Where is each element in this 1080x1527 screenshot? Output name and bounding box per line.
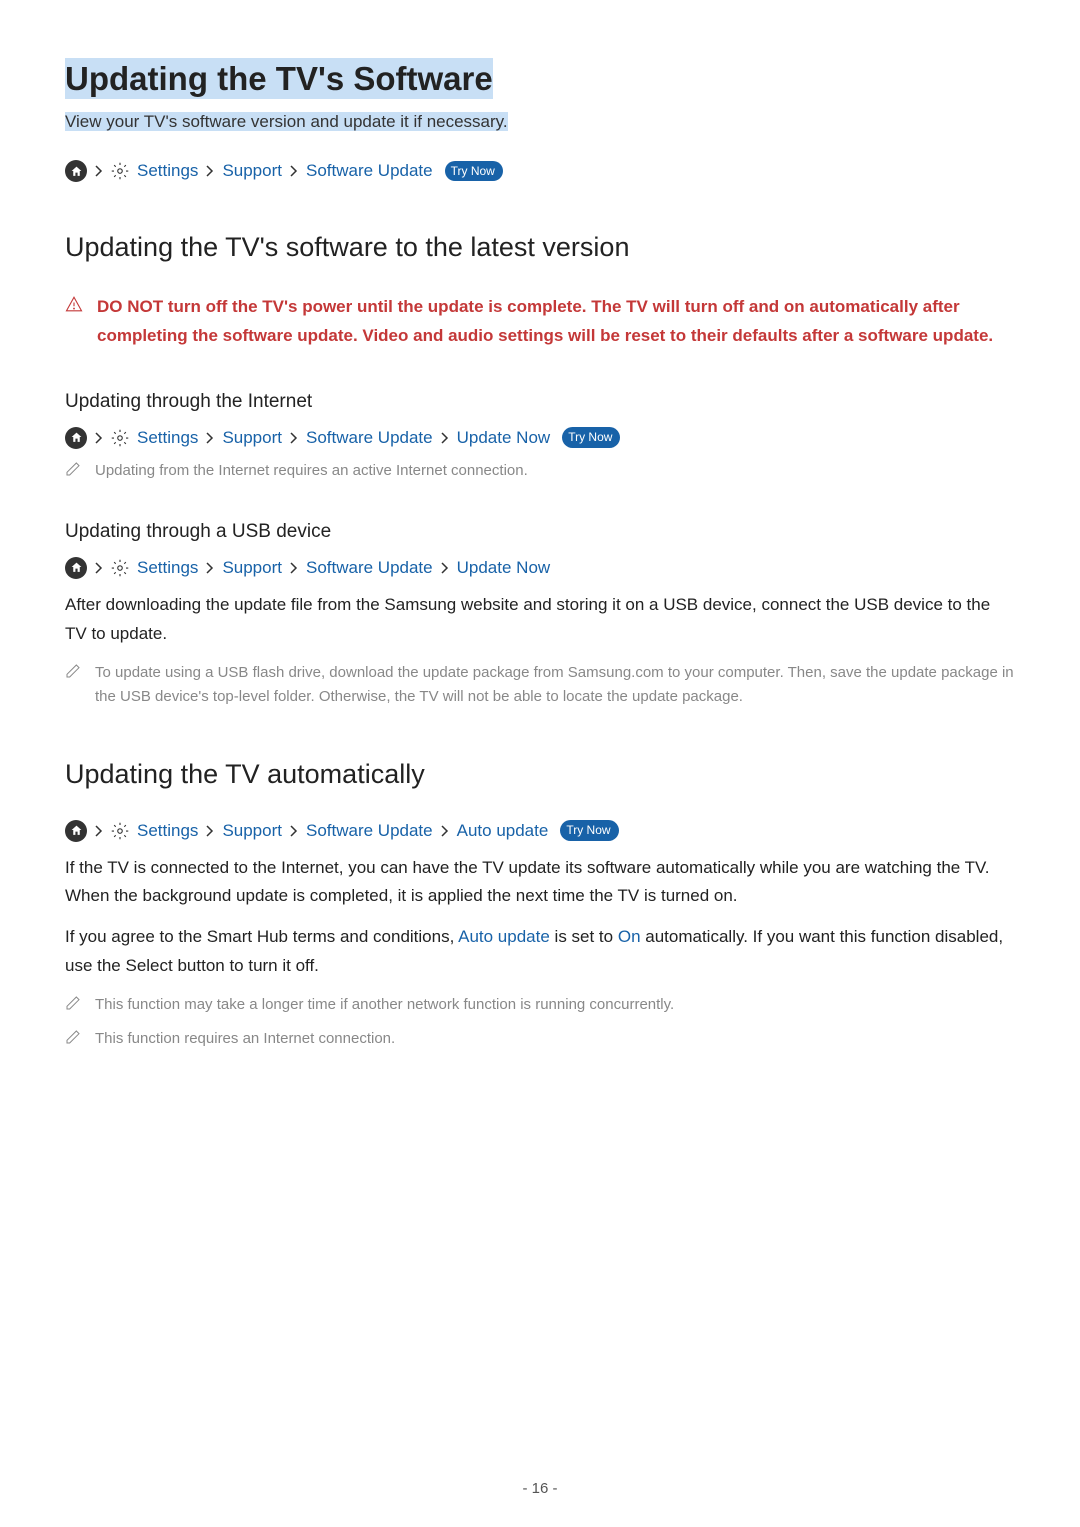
warning-text: DO NOT turn off the TV's power until the…	[97, 293, 1015, 351]
breadcrumb-support[interactable]: Support	[222, 558, 282, 578]
breadcrumb-auto: Settings Support Software Update Auto up…	[65, 820, 1015, 842]
home-icon[interactable]	[65, 427, 87, 449]
pencil-icon	[65, 663, 81, 679]
section-heading-auto: Updating the TV automatically	[65, 759, 1015, 790]
gear-icon[interactable]	[111, 429, 129, 447]
pencil-icon	[65, 995, 81, 1011]
breadcrumb-support[interactable]: Support	[222, 161, 282, 181]
section-heading-usb: Updating through a USB device	[65, 521, 1015, 543]
chevron-right-icon	[95, 562, 103, 574]
gear-icon[interactable]	[111, 559, 129, 577]
chevron-right-icon	[441, 432, 449, 444]
pencil-icon	[65, 1029, 81, 1045]
home-icon[interactable]	[65, 557, 87, 579]
breadcrumb-auto-update[interactable]: Auto update	[457, 821, 549, 841]
breadcrumb-update-now[interactable]: Update Now	[457, 558, 551, 578]
note-block: Updating from the Internet requires an a…	[65, 459, 1015, 483]
try-now-badge[interactable]: Try Now	[562, 427, 620, 448]
breadcrumb-settings[interactable]: Settings	[137, 428, 198, 448]
note-block: To update using a USB flash drive, downl…	[65, 661, 1015, 709]
section-heading-latest-version: Updating the TV's software to the latest…	[65, 232, 1015, 263]
chevron-right-icon	[290, 825, 298, 837]
breadcrumb-settings[interactable]: Settings	[137, 161, 198, 181]
chevron-right-icon	[95, 165, 103, 177]
breadcrumb-internet: Settings Support Software Update Update …	[65, 427, 1015, 449]
warning-icon	[65, 295, 83, 313]
note-text: This function may take a longer time if …	[95, 993, 674, 1017]
note-block: This function may take a longer time if …	[65, 993, 1015, 1017]
usb-body-text: After downloading the update file from t…	[65, 591, 1015, 649]
chevron-right-icon	[206, 432, 214, 444]
auto-body-1: If the TV is connected to the Internet, …	[65, 854, 1015, 912]
auto-update-link: Auto update	[458, 927, 550, 946]
on-link: On	[618, 927, 641, 946]
try-now-badge[interactable]: Try Now	[560, 820, 618, 841]
chevron-right-icon	[290, 562, 298, 574]
gear-icon[interactable]	[111, 822, 129, 840]
chevron-right-icon	[441, 562, 449, 574]
home-icon[interactable]	[65, 820, 87, 842]
chevron-right-icon	[290, 432, 298, 444]
breadcrumb-software-update[interactable]: Software Update	[306, 821, 433, 841]
chevron-right-icon	[95, 825, 103, 837]
chevron-right-icon	[206, 562, 214, 574]
note-text: To update using a USB flash drive, downl…	[95, 661, 1015, 709]
chevron-right-icon	[206, 825, 214, 837]
chevron-right-icon	[95, 432, 103, 444]
page-subtitle: View your TV's software version and upda…	[65, 112, 1015, 132]
breadcrumb-support[interactable]: Support	[222, 821, 282, 841]
breadcrumb-software-update[interactable]: Software Update	[306, 161, 433, 181]
chevron-right-icon	[441, 825, 449, 837]
warning-block: DO NOT turn off the TV's power until the…	[65, 293, 1015, 351]
chevron-right-icon	[290, 165, 298, 177]
breadcrumb-settings[interactable]: Settings	[137, 558, 198, 578]
auto-body-2: If you agree to the Smart Hub terms and …	[65, 923, 1015, 981]
breadcrumb-top: Settings Support Software Update Try Now	[65, 160, 1015, 182]
gear-icon[interactable]	[111, 162, 129, 180]
chevron-right-icon	[206, 165, 214, 177]
pencil-icon	[65, 461, 81, 477]
try-now-badge[interactable]: Try Now	[445, 161, 503, 182]
breadcrumb-software-update[interactable]: Software Update	[306, 558, 433, 578]
note-text: Updating from the Internet requires an a…	[95, 459, 528, 483]
breadcrumb-support[interactable]: Support	[222, 428, 282, 448]
note-block: This function requires an Internet conne…	[65, 1027, 1015, 1051]
breadcrumb-usb: Settings Support Software Update Update …	[65, 557, 1015, 579]
note-text: This function requires an Internet conne…	[95, 1027, 395, 1051]
breadcrumb-software-update[interactable]: Software Update	[306, 428, 433, 448]
breadcrumb-settings[interactable]: Settings	[137, 821, 198, 841]
section-heading-internet: Updating through the Internet	[65, 391, 1015, 413]
page-number: - 16 -	[0, 1480, 1080, 1497]
breadcrumb-update-now[interactable]: Update Now	[457, 428, 551, 448]
page-title: Updating the TV's Software	[65, 60, 1015, 98]
home-icon[interactable]	[65, 160, 87, 182]
